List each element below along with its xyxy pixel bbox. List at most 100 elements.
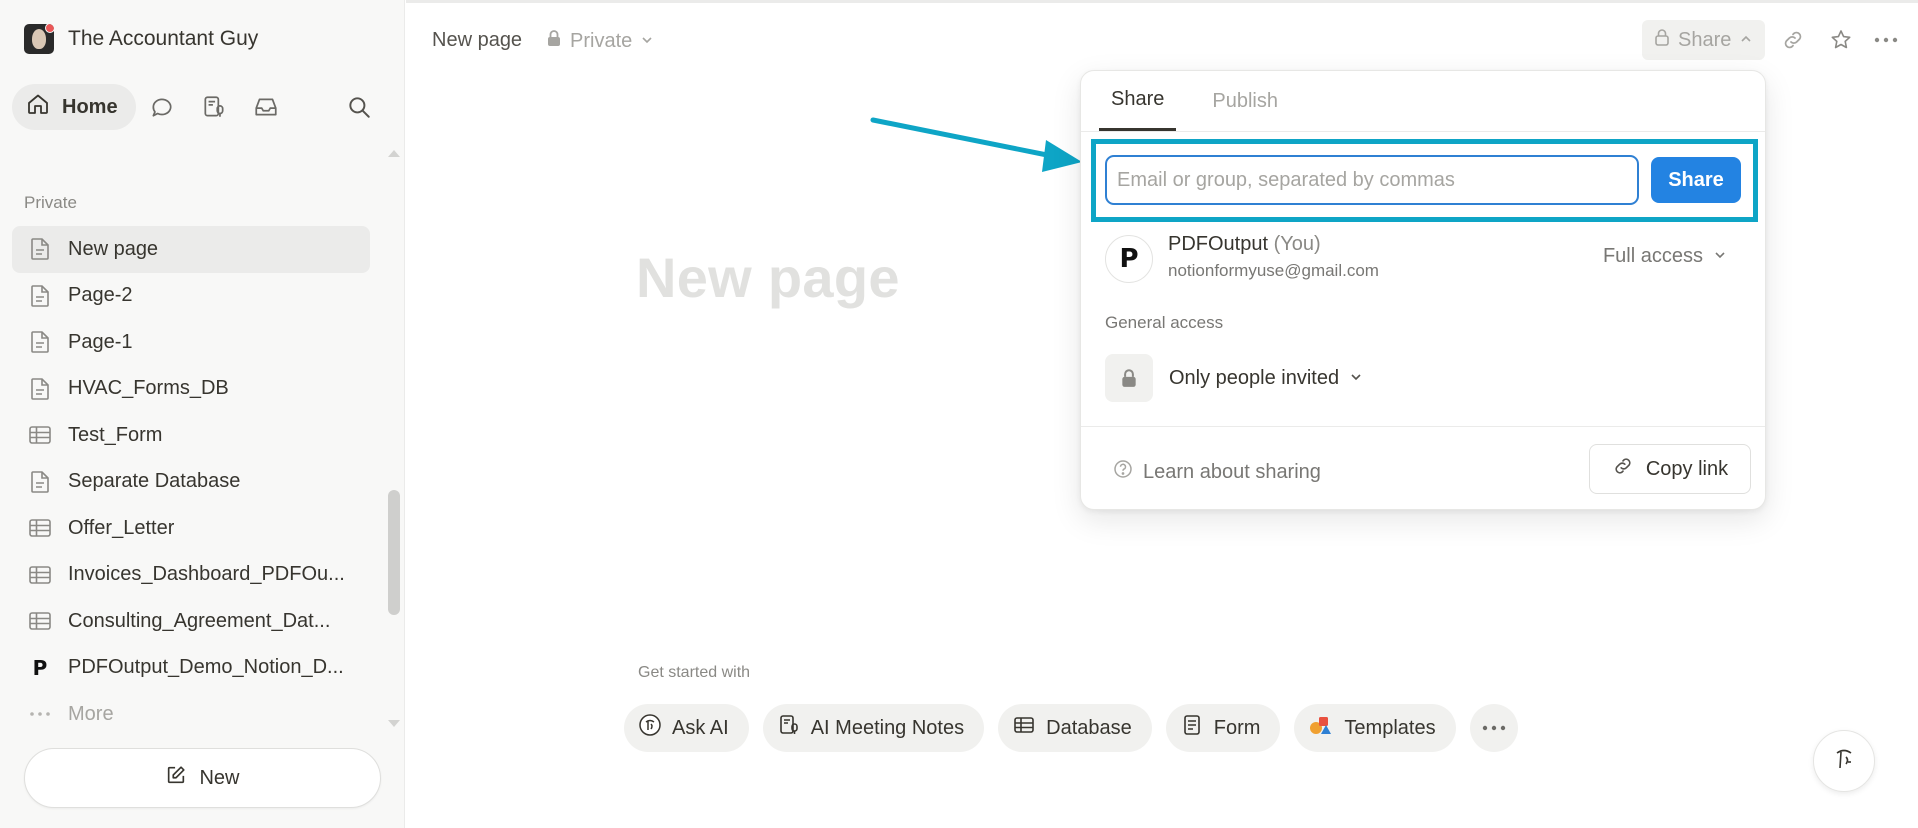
sidebar-page-item[interactable]: HVAC_Forms_DB	[12, 366, 370, 413]
lock-icon	[1654, 28, 1670, 52]
sidebar-page-label: PDFOutput_Demo_Notion_D...	[68, 656, 344, 679]
chevron-up-icon	[1739, 29, 1753, 52]
document-icon	[28, 470, 52, 494]
general-access-dropdown[interactable]: Only people invited	[1169, 367, 1363, 390]
sidebar-more-item[interactable]: More	[12, 691, 370, 738]
ai-meeting-notes-chip[interactable]: AI Meeting Notes	[762, 704, 985, 752]
table-icon	[28, 516, 52, 540]
get-started-label: Get started with	[638, 664, 751, 681]
workspace-switcher[interactable]: The Accountant Guy	[24, 24, 258, 54]
general-access-value: Only people invited	[1169, 366, 1340, 389]
sidebar-page-label: Separate Database	[68, 470, 241, 493]
star-icon[interactable]	[1826, 25, 1856, 55]
member-avatar: P	[1105, 235, 1153, 283]
sidebar-page-label: Page-2	[68, 284, 133, 307]
share-popover: Share Publish Share P PDFOutput (You) no…	[1080, 70, 1766, 510]
member-name: PDFOutput (You)	[1168, 233, 1321, 255]
tabs-divider	[1081, 131, 1765, 132]
help-circle-icon	[1113, 459, 1133, 485]
tab-share[interactable]: Share	[1099, 71, 1177, 131]
sidebar-page-item[interactable]: New page	[12, 226, 370, 273]
more-label: More	[68, 702, 114, 725]
link-icon[interactable]	[1778, 25, 1808, 55]
notion-ai-icon	[638, 713, 662, 743]
new-page-button[interactable]: New	[24, 748, 381, 808]
document-icon	[28, 284, 52, 308]
help-button[interactable]	[1813, 730, 1875, 792]
p-logo-icon: P	[32, 655, 48, 680]
database-chip[interactable]: Database	[998, 704, 1152, 752]
document-icon	[28, 237, 52, 261]
table-icon	[28, 423, 52, 447]
share-invite-button[interactable]: Share	[1651, 157, 1741, 203]
form-icon	[1180, 713, 1204, 743]
tab-publish[interactable]: Publish	[1200, 71, 1290, 131]
sidebar-page-list: New page Page-2 Page-1 HVAC_Forms_DB Test_Fo…	[12, 226, 370, 738]
sidebar-page-item[interactable]: P PDFOutput_Demo_Notion_D...	[12, 645, 370, 692]
inbox-icon[interactable]	[240, 84, 292, 130]
general-access-row: Only people invited	[1105, 354, 1363, 402]
ask-ai-chip[interactable]: Ask AI	[624, 704, 749, 752]
workspace-avatar	[24, 24, 54, 54]
workspace-name: The Accountant Guy	[68, 27, 259, 50]
sidebar-page-item[interactable]: Test_Form	[12, 412, 370, 459]
templates-chip[interactable]: Templates	[1294, 704, 1456, 752]
templates-icon	[1308, 713, 1334, 743]
learn-about-sharing-link[interactable]: Learn about sharing	[1113, 459, 1321, 485]
learn-label: Learn about sharing	[1143, 460, 1321, 483]
share-menu-button[interactable]: Share	[1642, 20, 1766, 60]
sidebar-page-item[interactable]: Offer_Letter	[12, 505, 370, 552]
document-icon	[28, 330, 52, 354]
breadcrumb[interactable]: New page	[432, 29, 522, 52]
scroll-down-arrow[interactable]	[388, 720, 400, 727]
home-button[interactable]: Home	[12, 84, 136, 130]
share-menu-label: Share	[1678, 28, 1732, 51]
chevron-down-icon	[1349, 367, 1363, 390]
sidebar-page-label: Consulting_Agreement_Dat...	[68, 609, 331, 632]
lock-icon	[1105, 354, 1153, 402]
more-chip-button[interactable]	[1469, 704, 1518, 752]
email-invite-input[interactable]	[1105, 155, 1639, 205]
sidebar-page-item[interactable]: Consulting_Agreement_Dat...	[12, 598, 370, 645]
sidebar-page-label: Offer_Letter	[68, 516, 175, 539]
private-section-label[interactable]: Private	[24, 193, 77, 213]
copy-link-label: Copy link	[1645, 457, 1729, 480]
sidebar-page-item[interactable]: Page-2	[12, 273, 370, 320]
scroll-up-arrow[interactable]	[388, 150, 400, 157]
more-dots-icon	[28, 702, 52, 726]
more-options-icon[interactable]	[1871, 25, 1901, 55]
meeting-notes-icon[interactable]	[188, 84, 240, 130]
sidebar-page-item[interactable]: Page-1	[12, 319, 370, 366]
form-label: Form	[1213, 716, 1261, 739]
home-icon	[26, 92, 50, 122]
meeting-notes-icon	[777, 713, 801, 743]
sidebar: The Accountant Guy Home Private New page…	[0, 0, 405, 828]
sidebar-page-label: New page	[68, 237, 159, 260]
share-tabs: Share Publish	[1099, 71, 1290, 131]
general-access-label: General access	[1105, 313, 1224, 332]
member-row: P PDFOutput (You) notionformyuse@gmail.c…	[1105, 231, 1741, 287]
new-label: New	[199, 766, 240, 789]
table-icon	[1012, 713, 1036, 743]
ai-meeting-notes-label: AI Meeting Notes	[810, 716, 965, 739]
popover-divider	[1081, 426, 1765, 427]
access-level-dropdown[interactable]: Full access	[1603, 245, 1727, 268]
member-email: notionformyuse@gmail.com	[1168, 261, 1379, 280]
form-chip[interactable]: Form	[1165, 704, 1281, 752]
home-label: Home	[62, 95, 118, 118]
table-icon	[28, 563, 52, 587]
get-started-chips: Ask AI AI Meeting Notes Database Form Te…	[624, 704, 1518, 752]
chat-icon[interactable]	[136, 84, 188, 130]
templates-label: Templates	[1344, 716, 1436, 739]
sidebar-page-item[interactable]: Separate Database	[12, 459, 370, 506]
search-icon[interactable]	[336, 84, 382, 130]
sidebar-page-label: Page-1	[68, 330, 133, 353]
sidebar-scrollbar[interactable]	[388, 490, 400, 615]
sidebar-nav: Home	[12, 84, 382, 130]
copy-link-button[interactable]: Copy link	[1589, 444, 1751, 494]
sidebar-page-item[interactable]: Invoices_Dashboard_PDFOu...	[12, 552, 370, 599]
member-you-tag: (You)	[1273, 233, 1321, 255]
annotation-arrow	[870, 117, 1082, 172]
privacy-dropdown[interactable]: Private	[546, 29, 654, 53]
page-title-placeholder[interactable]: New page	[636, 245, 900, 310]
